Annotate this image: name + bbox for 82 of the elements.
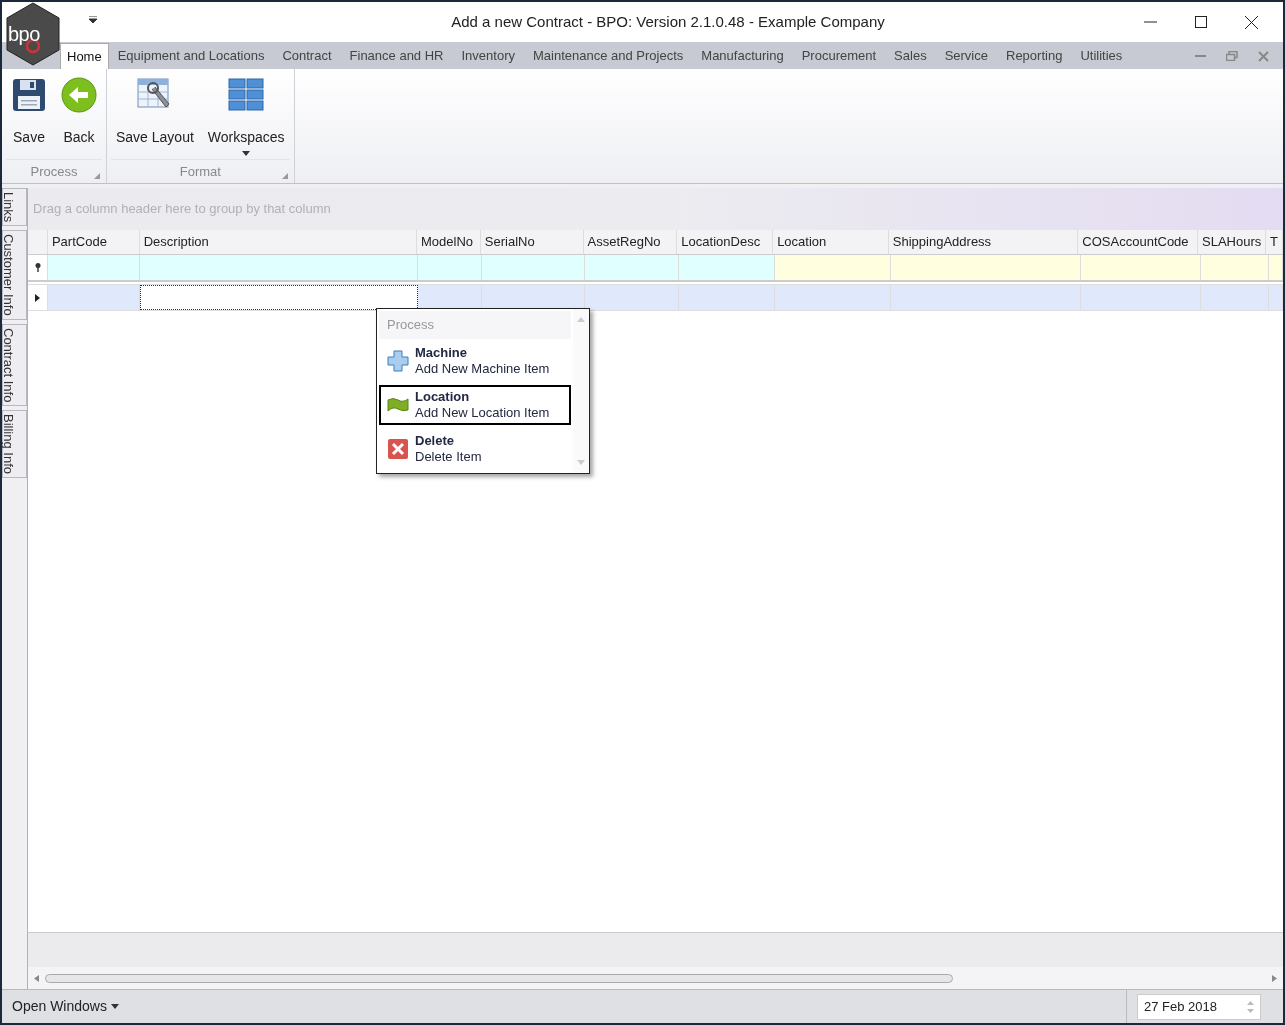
column-header[interactable]: Location [773,230,889,254]
ribbon-tab[interactable]: Procurement [792,43,886,69]
delete-icon [387,438,409,460]
ribbon-tab[interactable]: Contract [273,43,341,69]
filter-cell[interactable] [891,255,1081,280]
ribbon-group-label: Process [30,162,78,181]
open-windows-button[interactable]: Open Windows [12,996,119,1017]
ribbon-button[interactable]: Save Layout [111,75,199,159]
close-icon[interactable] [1245,15,1258,29]
filter-cell[interactable] [775,255,891,280]
column-header[interactable]: LocationDesc [677,230,774,254]
ribbon-tab[interactable]: Finance and HR [340,43,453,69]
ribbon-button[interactable]: Back [56,75,102,159]
scroll-up-icon[interactable] [577,317,585,322]
side-tab[interactable]: Customer Info [2,230,27,320]
ribbon-button[interactable]: Workspaces [202,75,290,159]
column-header[interactable]: SerialNo [480,230,584,254]
column-header[interactable]: ModelNo [417,230,481,254]
dialog-launcher-icon[interactable] [94,173,100,179]
ribbon-button[interactable]: Save [6,75,52,159]
column-header[interactable]: AssetRegNo [583,230,678,254]
flag-icon [387,396,409,414]
menu-item-title: Location [415,389,471,405]
spin-arrows-icon[interactable] [1247,999,1254,1014]
caret-icon [110,1004,119,1009]
ribbon-group-label: Format [179,162,221,181]
maximize-icon[interactable] [1195,16,1207,28]
plus-icon [387,350,409,372]
ribbon-tab[interactable]: Manufacturing [692,43,793,69]
column-header[interactable]: PartCode [47,230,140,254]
dropdown-caret-icon [242,151,251,156]
group-panel-hint: Drag a column header here to group by that column [33,200,331,219]
filter-cell[interactable] [585,255,679,280]
column-header[interactable]: Description [139,230,417,254]
filter-cell[interactable] [48,255,140,280]
column-header[interactable]: SLAHours [1198,230,1267,254]
ribbon-tab[interactable]: Reporting [997,43,1072,69]
mdi-minimize-icon[interactable] [1195,54,1206,58]
scroll-down-icon[interactable] [577,460,585,465]
row-indicator-icon [35,293,40,302]
window-title: Add a new Contract - BPO: Version 2.1.0.48 - Example Company [450,11,886,32]
menu-item-subtitle: Delete Item [415,449,482,465]
menu-item[interactable]: Delete Delete Item [379,429,571,469]
menu-item-subtitle: Add New Machine Item [415,361,550,377]
horizontal-scrollbar-thumb[interactable] [45,973,953,983]
menu-item[interactable]: Location Add New Location Item [379,385,571,425]
minimize-icon[interactable] [1144,21,1157,23]
mdi-restore-icon[interactable] [1226,51,1238,61]
filter-cell[interactable] [418,255,482,280]
column-header[interactable]: COSAccountCode [1078,230,1199,254]
menu-item[interactable]: Machine Add New Machine Item [379,341,571,381]
quick-access-dropdown-icon[interactable] [88,16,98,24]
menu-item-title: Delete [415,433,456,449]
side-tab[interactable]: Links [2,188,27,227]
filter-row-icon [34,263,41,272]
column-header[interactable]: ShippingAddress [888,230,1079,254]
scroll-right-icon[interactable] [1272,974,1277,982]
side-tab[interactable]: Contract Info [2,324,27,407]
scroll-left-icon[interactable] [34,974,39,982]
ribbon-tab[interactable]: Utilities [1071,43,1132,69]
date-spin-field[interactable]: 27 Feb 2018 [1137,993,1261,1020]
menu-item-title: Machine [415,345,468,361]
filter-cell[interactable] [1081,255,1201,280]
ribbon-tab[interactable]: Maintenance and Projects [524,43,693,69]
grid-icon [227,77,266,113]
column-header[interactable]: T [1266,230,1283,254]
filter-cell[interactable] [482,255,585,280]
filter-cell[interactable] [1201,255,1269,280]
ribbon-tab[interactable]: Sales [885,43,936,69]
mdi-close-icon[interactable] [1258,50,1269,62]
dialog-launcher-icon[interactable] [281,173,288,179]
filter-cell[interactable] [679,255,775,280]
ribbon-tab[interactable]: Home [60,43,109,69]
logo-text: bpo [8,24,40,44]
table-cell[interactable] [140,285,418,310]
ribbon-tab[interactable]: Equipment and Locations [108,43,274,69]
menu-header: Process [379,311,571,339]
filter-cell[interactable] [1269,255,1283,280]
menu-item-subtitle: Add New Location Item [415,405,550,421]
ribbon-tab[interactable]: Service [935,43,997,69]
filter-cell[interactable] [140,255,418,280]
ribbon-tab[interactable]: Inventory [452,43,524,69]
